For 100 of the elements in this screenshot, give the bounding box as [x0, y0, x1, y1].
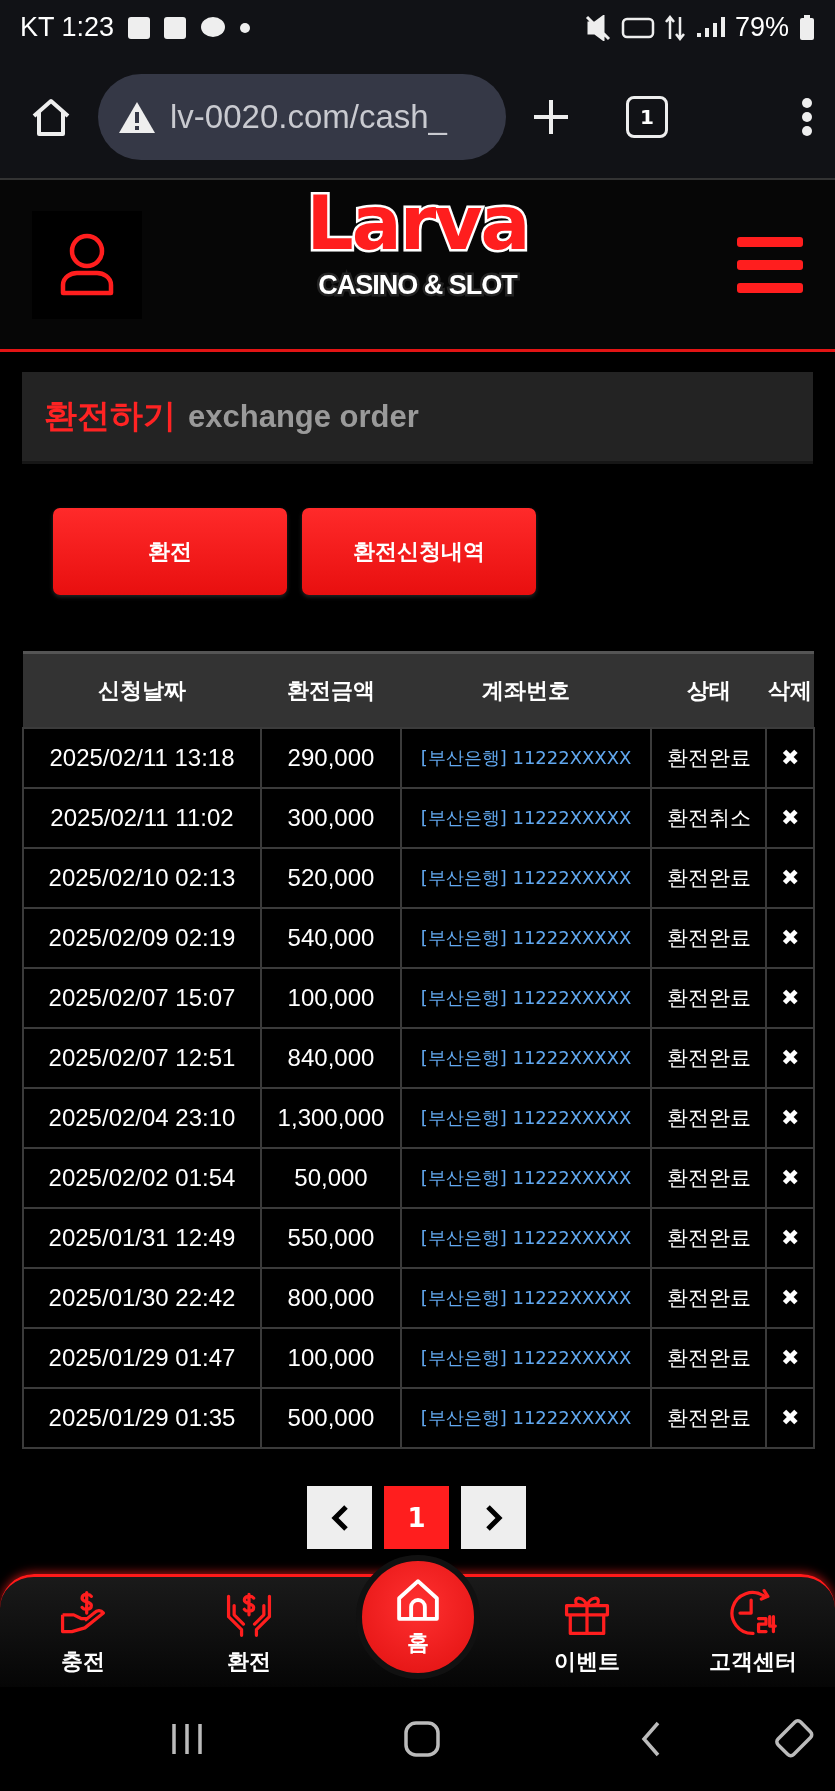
- column-header: 상태: [651, 652, 766, 728]
- chevron-left-icon: [329, 1503, 350, 1532]
- delete-button[interactable]: ✖: [766, 1148, 814, 1208]
- user-icon: [59, 232, 115, 297]
- app-notification-icon: [128, 14, 151, 41]
- status-cell: 환전완료: [651, 1208, 766, 1268]
- date-cell: 2025/02/10 02:13: [23, 848, 261, 908]
- amount-cell: 100,000: [261, 968, 401, 1028]
- page-subtitle: exchange order: [188, 398, 419, 435]
- amount-cell: 50,000: [261, 1148, 401, 1208]
- delete-button[interactable]: ✖: [766, 1208, 814, 1268]
- account-cell: [부산은행] 11222XXXXX: [401, 788, 651, 848]
- chevron-right-icon: [483, 1503, 504, 1532]
- home-nav-button[interactable]: 홈: [356, 1555, 480, 1679]
- page-button[interactable]: 1: [384, 1486, 449, 1549]
- account-cell: [부산은행] 11222XXXXX: [401, 968, 651, 1028]
- amount-cell: 290,000: [261, 728, 401, 788]
- account-cell: [부산은행] 11222XXXXX: [401, 908, 651, 968]
- tab-button[interactable]: 환전: [53, 508, 287, 595]
- tab-button[interactable]: 환전신청내역: [302, 508, 536, 595]
- amount-cell: 540,000: [261, 908, 401, 968]
- nav-item[interactable]: 충전: [0, 1577, 166, 1689]
- column-header: 환전금액: [261, 652, 401, 728]
- status-cell: 환전완료: [651, 728, 766, 788]
- delete-button[interactable]: ✖: [766, 908, 814, 968]
- page-title: 환전하기: [44, 395, 176, 437]
- mute-icon: [584, 14, 611, 41]
- profile-button[interactable]: [32, 210, 142, 319]
- more-icon[interactable]: [801, 96, 813, 137]
- logo-tagline: CASINO & SLOT: [318, 270, 517, 301]
- dot-icon: [240, 22, 251, 33]
- data-arrows-icon: [664, 14, 685, 41]
- delete-button[interactable]: ✖: [766, 788, 814, 848]
- account-cell: [부산은행] 11222XXXXX: [401, 1088, 651, 1148]
- delete-button[interactable]: ✖: [766, 1268, 814, 1328]
- date-cell: 2025/01/30 22:42: [23, 1268, 261, 1328]
- nav-item[interactable]: 이벤트: [504, 1577, 670, 1689]
- delete-button[interactable]: ✖: [766, 968, 814, 1028]
- next-page-button[interactable]: [461, 1486, 526, 1549]
- account-cell: [부산은행] 11222XXXXX: [401, 848, 651, 908]
- column-header: 신청날짜: [23, 652, 261, 728]
- status-time: KT 1:23: [20, 12, 115, 43]
- amount-cell: 100,000: [261, 1328, 401, 1388]
- recent-apps-icon[interactable]: [170, 1722, 204, 1756]
- account-cell: [부산은행] 11222XXXXX: [401, 1208, 651, 1268]
- status-cell: 환전완료: [651, 968, 766, 1028]
- nav-item[interactable]: 환전: [166, 1577, 332, 1689]
- menu-icon[interactable]: [737, 234, 803, 295]
- nav-item[interactable]: 고객센터: [670, 1577, 835, 1689]
- status-cell: 환전완료: [651, 1088, 766, 1148]
- amount-cell: 840,000: [261, 1028, 401, 1088]
- status-cell: 환전완료: [651, 908, 766, 968]
- account-cell: [부산은행] 11222XXXXX: [401, 1328, 651, 1388]
- date-cell: 2025/01/31 12:49: [23, 1208, 261, 1268]
- date-cell: 2025/02/07 12:51: [23, 1028, 261, 1088]
- account-cell: [부산은행] 11222XXXXX: [401, 1388, 651, 1448]
- delete-button[interactable]: ✖: [766, 1388, 814, 1448]
- delete-button[interactable]: ✖: [766, 848, 814, 908]
- amount-cell: 500,000: [261, 1388, 401, 1448]
- rotate-icon[interactable]: [774, 1718, 816, 1760]
- date-cell: 2025/02/07 15:07: [23, 968, 261, 1028]
- status-cell: 환전취소: [651, 788, 766, 848]
- account-cell: [부산은행] 11222XXXXX: [401, 1028, 651, 1088]
- date-cell: 2025/02/09 02:19: [23, 908, 261, 968]
- new-tab-icon[interactable]: [532, 97, 570, 136]
- account-cell: [부산은행] 11222XXXXX: [401, 1268, 651, 1328]
- previous-page-button[interactable]: [307, 1486, 372, 1549]
- date-cell: 2025/02/04 23:10: [23, 1088, 261, 1148]
- battery-percent: 79%: [734, 12, 789, 43]
- status-cell: 환전완료: [651, 1028, 766, 1088]
- tab-count[interactable]: 1: [626, 95, 668, 138]
- amount-cell: 300,000: [261, 788, 401, 848]
- status-cell: 환전완료: [651, 1268, 766, 1328]
- delete-button[interactable]: ✖: [766, 728, 814, 788]
- amount-cell: 1,300,000: [261, 1088, 401, 1148]
- delete-button[interactable]: ✖: [766, 1328, 814, 1388]
- status-cell: 환전완료: [651, 848, 766, 908]
- battery-icon: [799, 14, 815, 41]
- date-cell: 2025/01/29 01:35: [23, 1388, 261, 1448]
- status-cell: 환전완료: [651, 1388, 766, 1448]
- date-cell: 2025/02/02 01:54: [23, 1148, 261, 1208]
- home-button-icon[interactable]: [404, 1721, 440, 1757]
- app-notification-icon: [164, 14, 187, 41]
- status-cell: 환전완료: [651, 1328, 766, 1388]
- date-cell: 2025/02/11 11:02: [23, 788, 261, 848]
- account-cell: [부산은행] 11222XXXXX: [401, 728, 651, 788]
- amount-cell: 800,000: [261, 1268, 401, 1328]
- amount-cell: 550,000: [261, 1208, 401, 1268]
- account-cell: [부산은행] 11222XXXXX: [401, 1148, 651, 1208]
- delete-button[interactable]: ✖: [766, 1028, 814, 1088]
- status-cell: 환전완료: [651, 1148, 766, 1208]
- logo-wordmark[interactable]: Larva: [306, 186, 529, 260]
- column-header: 계좌번호: [401, 652, 651, 728]
- column-header: 삭제: [766, 652, 814, 728]
- date-cell: 2025/01/29 01:47: [23, 1328, 261, 1388]
- home-icon: [394, 1576, 442, 1624]
- amount-cell: 520,000: [261, 848, 401, 908]
- address-bar[interactable]: lv-0020.com/cash_: [98, 73, 506, 160]
- back-icon[interactable]: [640, 1721, 662, 1757]
- delete-button[interactable]: ✖: [766, 1088, 814, 1148]
